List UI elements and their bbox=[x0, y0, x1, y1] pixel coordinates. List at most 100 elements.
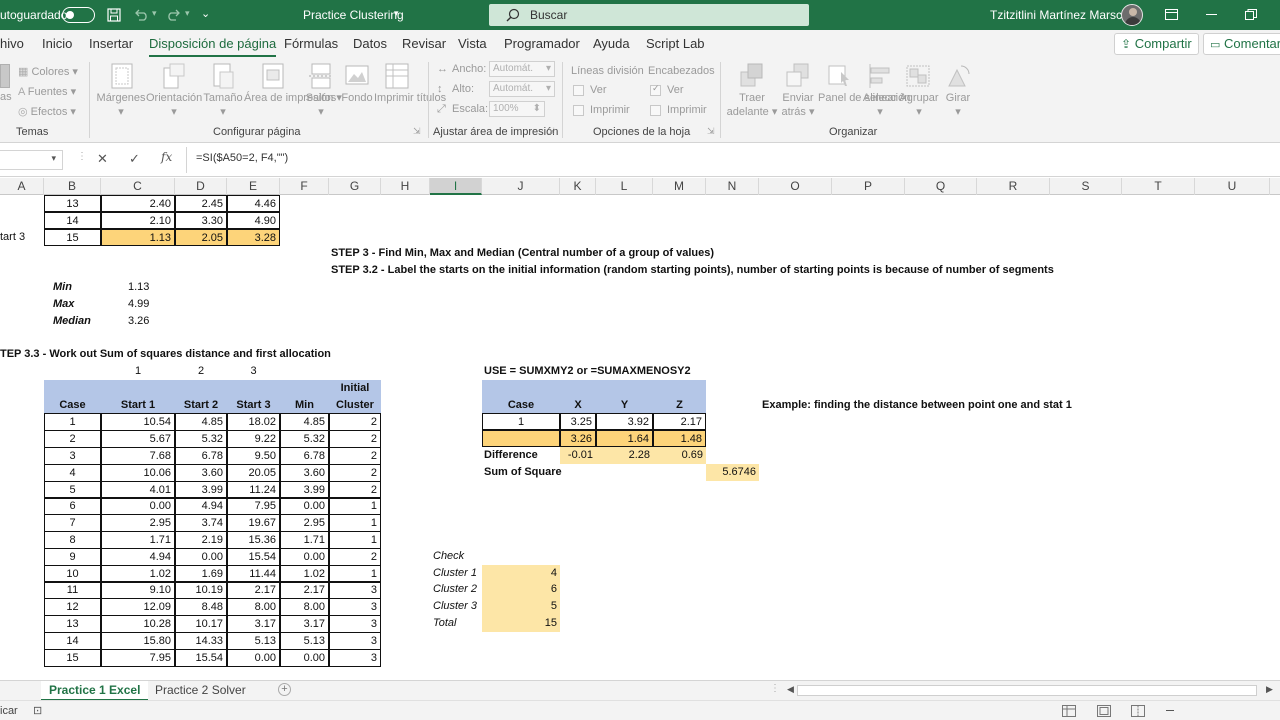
size-icon[interactable] bbox=[210, 62, 236, 90]
page-layout-view-icon[interactable] bbox=[1097, 705, 1111, 717]
table-cell[interactable]: 2.95 bbox=[280, 514, 329, 532]
sheet-options-launcher-icon[interactable]: ⇲ bbox=[707, 126, 715, 137]
case-cell[interactable]: 3 bbox=[44, 447, 101, 465]
distance-header[interactable]: Y bbox=[596, 397, 653, 414]
distance-row1-cell[interactable]: 3.92 bbox=[596, 413, 653, 430]
search-box[interactable]: Buscar bbox=[489, 4, 809, 26]
table-cell[interactable]: 10.17 bbox=[175, 615, 227, 633]
column-header-c[interactable]: C bbox=[101, 178, 175, 195]
table-header-cell[interactable]: Start 1 bbox=[101, 397, 175, 414]
group-icon[interactable] bbox=[905, 62, 931, 90]
table-cell[interactable]: 5.32 bbox=[280, 430, 329, 448]
distance-header[interactable]: Z bbox=[653, 397, 706, 414]
table-cell[interactable]: 7.95 bbox=[227, 497, 280, 515]
avatar[interactable] bbox=[1121, 4, 1143, 26]
column-header-f[interactable]: F bbox=[280, 178, 329, 195]
distance-row2-cell[interactable]: 1.48 bbox=[653, 430, 706, 447]
table-cell[interactable]: 2 bbox=[329, 430, 381, 448]
table-cell[interactable]: 15.54 bbox=[175, 649, 227, 667]
check-label[interactable]: Total bbox=[433, 615, 456, 632]
top-cell-b[interactable]: 15 bbox=[44, 229, 101, 246]
check-value[interactable]: 4 bbox=[482, 565, 560, 582]
add-sheet-icon[interactable]: + bbox=[278, 683, 291, 696]
table-cell[interactable]: 3 bbox=[329, 632, 381, 650]
table-cell[interactable]: 4.85 bbox=[280, 413, 329, 431]
table-cell[interactable]: 9.10 bbox=[101, 581, 175, 599]
column-header-j[interactable]: J bbox=[482, 178, 560, 195]
autosave-toggle[interactable] bbox=[62, 7, 95, 23]
table-cell[interactable]: 7.95 bbox=[101, 649, 175, 667]
check-label[interactable]: Cluster 2 bbox=[433, 581, 477, 598]
macro-record-icon[interactable]: ⊡ bbox=[33, 704, 42, 717]
table-cell[interactable]: 3 bbox=[329, 615, 381, 633]
distance-row2-cell[interactable]: 3.26 bbox=[560, 430, 596, 447]
distance-header[interactable]: Case bbox=[482, 397, 560, 414]
normal-view-icon[interactable] bbox=[1062, 705, 1076, 717]
top-cell-c[interactable]: 2.40 bbox=[101, 195, 175, 212]
table-cell[interactable]: 1.71 bbox=[101, 531, 175, 549]
table-cell[interactable]: 4.94 bbox=[101, 548, 175, 566]
share-button[interactable]: ⇪ Compartir bbox=[1114, 33, 1199, 55]
distance-row1-cell[interactable]: 3.25 bbox=[560, 413, 596, 430]
tab-review[interactable]: Revisar bbox=[402, 36, 446, 51]
orientation-icon[interactable] bbox=[161, 62, 187, 90]
effects-button[interactable]: ◎ Efectos ▾ bbox=[18, 105, 76, 118]
table-cell[interactable]: 18.02 bbox=[227, 413, 280, 431]
scale-launcher-icon[interactable]: ⇲ bbox=[547, 126, 555, 137]
case-cell[interactable]: 11 bbox=[44, 581, 101, 599]
redo-dropdown-icon[interactable]: ▾ bbox=[185, 8, 190, 19]
column-header-m[interactable]: M bbox=[653, 178, 706, 195]
table-cell[interactable]: 2.17 bbox=[280, 581, 329, 599]
group-button[interactable]: Agrupar ▾ bbox=[898, 91, 940, 119]
send-backward-icon[interactable] bbox=[785, 62, 811, 90]
top-number[interactable]: 3 bbox=[227, 363, 280, 380]
table-cell[interactable]: 3.60 bbox=[280, 464, 329, 482]
horizontal-scrollbar[interactable] bbox=[797, 685, 1257, 696]
top-cell-c[interactable]: 1.13 bbox=[101, 229, 175, 246]
table-cell[interactable]: 12.09 bbox=[101, 598, 175, 616]
table-cell[interactable]: 5.67 bbox=[101, 430, 175, 448]
case-cell[interactable]: 13 bbox=[44, 615, 101, 633]
send-backward-button[interactable]: Enviar atrás ▾ bbox=[776, 91, 820, 119]
distance-row1-cell[interactable]: 1 bbox=[482, 413, 560, 430]
undo-icon[interactable] bbox=[133, 9, 149, 21]
print-area-button[interactable]: Área de impresión ▾ bbox=[244, 91, 342, 105]
undo-dropdown-icon[interactable]: ▾ bbox=[152, 8, 157, 19]
comments-button[interactable]: ▭ Comentari bbox=[1203, 33, 1280, 55]
table-cell[interactable]: 8.48 bbox=[175, 598, 227, 616]
table-cell[interactable]: 3.17 bbox=[280, 615, 329, 633]
table-cell[interactable]: 2 bbox=[329, 548, 381, 566]
table-cell[interactable]: 2.17 bbox=[227, 581, 280, 599]
top-number[interactable]: 2 bbox=[175, 363, 227, 380]
sheet-tab-practice-1[interactable]: Practice 1 Excel bbox=[41, 681, 149, 701]
table-cell[interactable]: 0.00 bbox=[101, 497, 175, 515]
top-number[interactable]: 1 bbox=[101, 363, 175, 380]
headings-view-checkbox[interactable]: ✓ bbox=[650, 83, 661, 96]
column-header-k[interactable]: K bbox=[560, 178, 596, 195]
column-header-l[interactable]: L bbox=[596, 178, 653, 195]
scroll-left-icon[interactable]: ◀ bbox=[787, 684, 794, 695]
stat-label[interactable]: Median bbox=[53, 313, 91, 330]
table-header-cell[interactable]: Case bbox=[44, 397, 101, 414]
headings-print-checkbox[interactable] bbox=[650, 105, 661, 116]
table-cell[interactable]: 8.00 bbox=[280, 598, 329, 616]
table-cell[interactable]: 0.00 bbox=[280, 649, 329, 667]
tab-developer[interactable]: Programador bbox=[504, 36, 580, 51]
column-header-s[interactable]: S bbox=[1050, 178, 1122, 195]
height-select[interactable]: Automát. ▾ bbox=[489, 81, 555, 97]
selection-pane-button[interactable]: Panel de selección bbox=[818, 91, 910, 105]
column-header-g[interactable]: G bbox=[329, 178, 381, 195]
difference-cell[interactable]: 2.28 bbox=[596, 447, 653, 464]
case-cell[interactable]: 1 bbox=[44, 413, 101, 431]
table-cell[interactable]: 3.17 bbox=[227, 615, 280, 633]
page-setup-launcher-icon[interactable]: ⇲ bbox=[413, 126, 421, 137]
step33-text[interactable]: TEP 3.3 - Work out Sum of squares distan… bbox=[0, 346, 331, 363]
column-header-r[interactable]: R bbox=[977, 178, 1050, 195]
table-cell[interactable]: 2.19 bbox=[175, 531, 227, 549]
gridlines-view-checkbox[interactable] bbox=[573, 85, 584, 96]
table-cell[interactable]: 2 bbox=[329, 464, 381, 482]
table-header-cell[interactable]: Start 3 bbox=[227, 397, 280, 414]
table-cell[interactable]: 7.68 bbox=[101, 447, 175, 465]
themes-icon[interactable] bbox=[0, 64, 10, 88]
case-cell[interactable]: 9 bbox=[44, 548, 101, 566]
